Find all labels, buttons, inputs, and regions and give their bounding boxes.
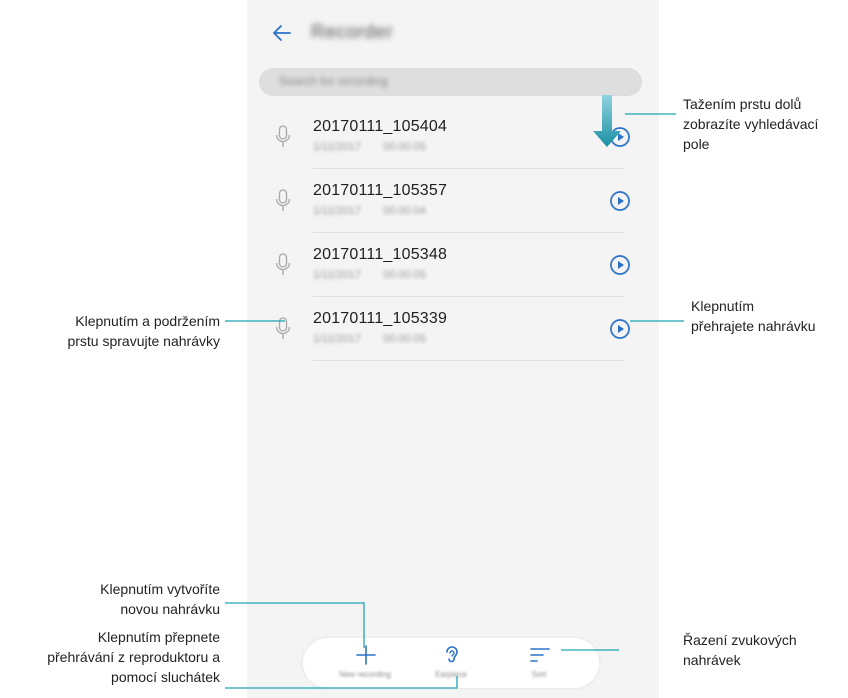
callout-pull-down: Tažením prstu dolů zobrazíte vyhledávací… (683, 94, 818, 154)
recording-meta: 1/11/2017 00:00:04 (313, 205, 426, 217)
search-input[interactable]: Search for recording (259, 68, 642, 96)
callout-line: přehrávání z reproduktoru a (47, 649, 220, 665)
callout-line: pole (683, 136, 710, 152)
microphone-icon (275, 189, 291, 211)
callout-long-press: Klepnutím a podržením prstu spravujte na… (67, 311, 220, 351)
recording-name: 20170111_105348 (313, 246, 448, 263)
microphone-icon (275, 317, 291, 339)
recording-date: 1/11/2017 (313, 141, 362, 153)
callout-line: Klepnutím a podržením (75, 313, 220, 329)
callout-line: Klepnutím vytvoříte (100, 581, 220, 597)
play-icon[interactable] (609, 190, 631, 212)
recording-meta: 1/11/2017 00:00:05 (313, 141, 426, 153)
recording-date: 1/11/2017 (313, 269, 362, 281)
new-recording-button[interactable]: New recording (325, 638, 405, 688)
microphone-icon (275, 125, 291, 147)
earpiece-label: Earpiece (435, 670, 467, 679)
callout-line: novou nahrávku (120, 601, 220, 617)
sort-icon (530, 648, 550, 662)
earpiece-button[interactable]: Earpiece (411, 638, 491, 688)
recording-duration: 00:00:04 (383, 205, 426, 217)
plus-icon (356, 645, 376, 665)
recording-meta: 1/11/2017 00:00:05 (313, 333, 426, 345)
recording-duration: 00:00:05 (383, 333, 426, 345)
play-icon[interactable] (609, 254, 631, 276)
callout-line: přehrajete nahrávku (691, 318, 816, 334)
callout-new-recording: Klepnutím vytvoříte novou nahrávku (100, 579, 220, 619)
ear-icon (446, 646, 458, 663)
recording-duration: 00:00:05 (383, 269, 426, 281)
callout-line: Klepnutím (691, 298, 755, 314)
recording-name: 20170111_105404 (313, 118, 448, 135)
callout-earpiece: Klepnutím přepnete přehrávání z reproduk… (47, 627, 220, 687)
callout-line: Řazení zvukových (683, 632, 797, 648)
new-recording-label: New recording (339, 670, 391, 679)
callout-line: prstu spravujte nahrávky (67, 333, 220, 349)
callout-line: Klepnutím přepnete (97, 629, 220, 645)
callout-line: pomocí sluchátek (111, 669, 220, 685)
callout-sort: Řazení zvukových nahrávek (683, 630, 797, 670)
search-placeholder: Search for recording (279, 74, 388, 88)
recording-duration: 00:00:05 (383, 141, 426, 153)
recording-name: 20170111_105339 (313, 310, 448, 327)
callout-line: zobrazíte vyhledávací (683, 116, 819, 132)
sort-label: Sort (531, 670, 547, 679)
microphone-icon (275, 253, 291, 275)
divider (313, 360, 625, 361)
callout-play: Klepnutím přehrajete nahrávku (691, 296, 816, 336)
recording-item[interactable]: 20170111_105348 1/11/2017 00:00:05 (247, 233, 659, 297)
app-bar: Recorder (247, 0, 659, 66)
app-title: Recorder (311, 22, 394, 43)
recording-name: 20170111_105357 (313, 182, 448, 199)
back-arrow-icon[interactable] (269, 20, 295, 46)
recording-item[interactable]: 20170111_105357 1/11/2017 00:00:04 (247, 169, 659, 233)
callout-line: nahrávek (683, 652, 741, 668)
bottom-action-bar: New recording Earpiece Sort (303, 638, 599, 688)
recording-date: 1/11/2017 (313, 333, 362, 345)
play-icon[interactable] (609, 318, 631, 340)
recording-date: 1/11/2017 (313, 205, 362, 217)
sort-button[interactable]: Sort (499, 638, 579, 688)
recording-meta: 1/11/2017 00:00:05 (313, 269, 426, 281)
arrow-down-icon (593, 95, 621, 147)
recording-item[interactable]: 20170111_105339 1/11/2017 00:00:05 (247, 297, 659, 361)
callout-line: Tažením prstu dolů (683, 96, 802, 112)
